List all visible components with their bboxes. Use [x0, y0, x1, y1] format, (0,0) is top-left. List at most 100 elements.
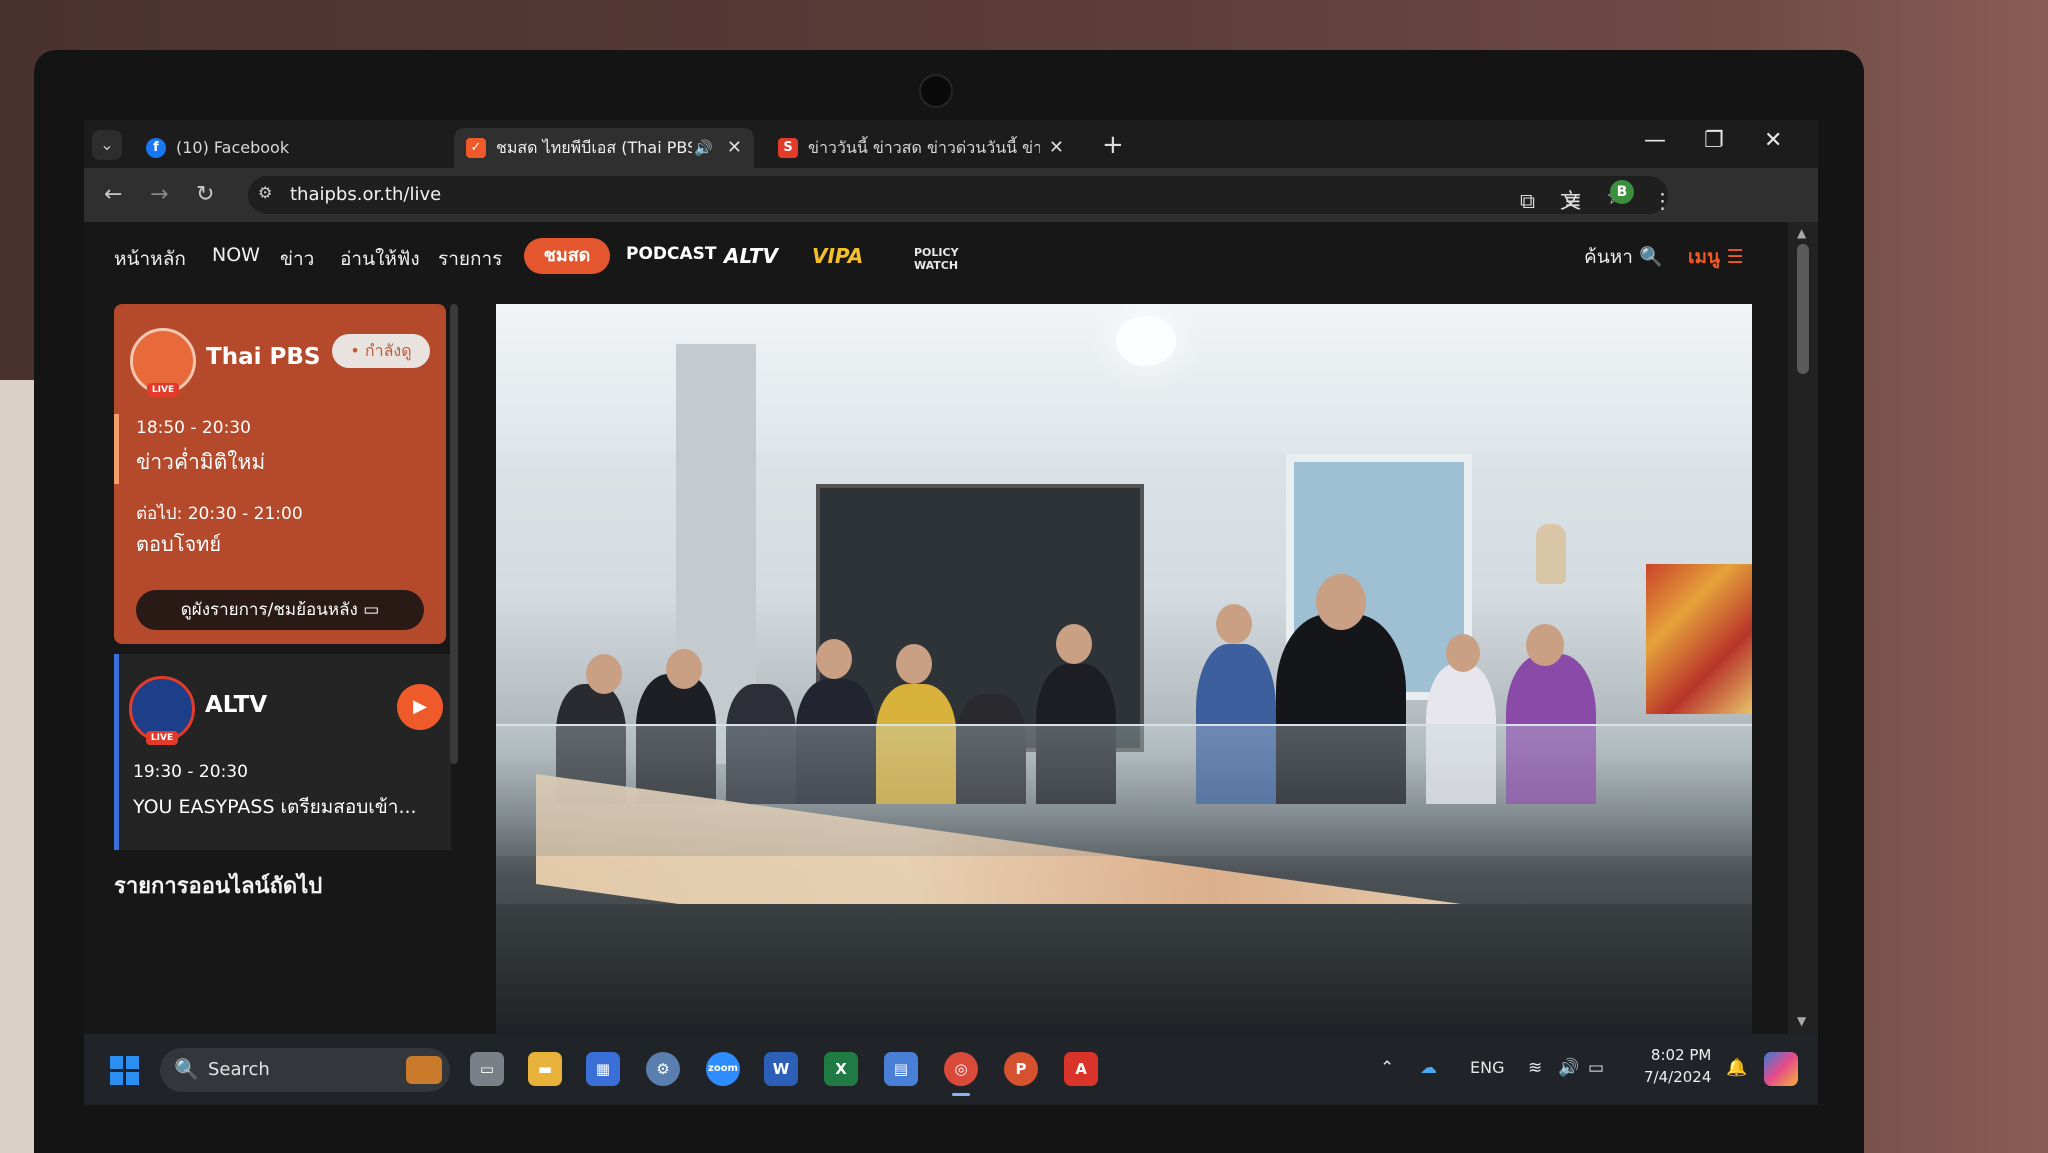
next-program-time: ต่อไป: 20:30 - 21:00 [136, 504, 303, 524]
powerpoint-icon[interactable]: P [1004, 1052, 1038, 1086]
nav-watch-live[interactable]: ชมสด [524, 238, 610, 274]
facebook-icon: f [146, 138, 166, 158]
sidebar-scrollbar[interactable] [450, 304, 458, 764]
scroll-down-icon[interactable]: ▼ [1797, 1014, 1806, 1028]
taskbar-search[interactable]: 🔍 Search [160, 1048, 450, 1092]
notification-bell-icon[interactable]: 🔔 [1726, 1058, 1747, 1078]
settings-gear-icon[interactable]: ⚙ [646, 1052, 680, 1086]
current-program-marker [114, 414, 119, 484]
url-text: thaipbs.or.th/live [290, 184, 442, 205]
channel-name: ALTV [205, 692, 268, 718]
altv-channel-logo-icon: LIVE [129, 676, 195, 745]
nav-read-aloud[interactable]: อ่านให้ฟัง [340, 244, 420, 274]
schedule-label: ดูผังรายการ/ชมย้อนหลัง [180, 600, 358, 620]
windows-taskbar: 🔍 Search ▭ ▬ ▦ ⚙ zoom W X ▤ ◎ P A ⌃ ☁ EN… [84, 1034, 1818, 1105]
word-icon[interactable]: W [764, 1052, 798, 1086]
policy-watch-logo[interactable]: POLICY WATCH [914, 246, 984, 272]
close-window-button[interactable]: ✕ [1764, 128, 1782, 153]
next-program-title: ตอบโจทย์ [136, 532, 222, 556]
back-button[interactable]: ← [104, 180, 122, 210]
tab-title: (10) Facebook [176, 138, 290, 157]
menu-label: เมนู [1688, 246, 1721, 268]
battery-icon[interactable]: ▭ [1588, 1058, 1604, 1078]
tab-search-button[interactable]: ⌄ [92, 130, 122, 160]
video-case-base [496, 904, 1752, 1034]
search-icon: 🔍 [174, 1057, 199, 1081]
scroll-up-icon[interactable]: ▲ [1797, 226, 1806, 240]
nav-news[interactable]: ข่าว [280, 244, 314, 274]
search-icon: 🔍 [1638, 246, 1663, 268]
live-badge: LIVE [146, 731, 178, 745]
tab-title: ชมสด ไทยพีบีเอส (Thai PBS Li [496, 138, 692, 157]
language-indicator[interactable]: ENG [1470, 1058, 1504, 1077]
acrobat-icon[interactable]: A [1064, 1052, 1098, 1086]
search-label: Search [208, 1059, 270, 1080]
altv-logo[interactable]: ALTV [724, 244, 778, 268]
minimize-button[interactable]: — [1644, 128, 1666, 153]
paper-edge [0, 380, 34, 1153]
close-tab-icon[interactable]: ✕ [727, 128, 742, 168]
schedule-button[interactable]: ดูผังรายการ/ชมย้อนหลัง ▭ [136, 590, 424, 630]
video-scene [1116, 316, 1176, 366]
program-time: 18:50 - 20:30 [136, 418, 251, 438]
profile-avatar[interactable]: B [1610, 180, 1634, 204]
excel-icon[interactable]: X [824, 1052, 858, 1086]
tab-news[interactable]: S ข่าววันนี้ ข่าวสด ข่าวด่วนวันนี้ ข่าวอ… [766, 128, 1076, 168]
site-navigation: หน้าหลัก NOW ข่าว อ่านให้ฟัง รายการ ชมสด… [84, 222, 1788, 296]
zoom-icon[interactable]: zoom [706, 1052, 740, 1086]
nav-now[interactable]: NOW [212, 244, 260, 266]
new-tab-button[interactable]: + [1102, 130, 1124, 160]
channel-card-altv[interactable]: LIVE ALTV ▶ 19:30 - 20:30 YOU EASYPASS เ… [114, 654, 451, 850]
menu-link[interactable]: เมนู ☰ [1688, 242, 1744, 272]
nav-programs[interactable]: รายการ [438, 244, 502, 274]
thaipbs-icon: ✓ [466, 138, 486, 158]
video-display-case [496, 724, 1752, 856]
extensions-icon[interactable]: ⧉ [1520, 189, 1535, 214]
site-info-icon[interactable]: ⚙ [258, 183, 272, 202]
scroll-thumb[interactable] [1797, 244, 1809, 374]
thaipbs-logo-icon: LIVE [130, 328, 196, 397]
channel-card-thaipbs[interactable]: LIVE Thai PBS • กำลังดู 18:50 - 20:30 ข่… [114, 304, 446, 644]
clock-time: 8:02 PM [1650, 1046, 1712, 1064]
onedrive-cloud-icon[interactable]: ☁ [1420, 1058, 1437, 1078]
tab-thaipbs-live[interactable]: ✓ ชมสด ไทยพีบีเอส (Thai PBS Li 🔊 ✕ [454, 128, 754, 168]
calculator-icon[interactable]: ▤ [884, 1052, 918, 1086]
windows-start-icon[interactable] [110, 1056, 140, 1086]
volume-icon[interactable]: 🔊 [1558, 1058, 1579, 1078]
live-video-player[interactable] [496, 304, 1752, 1034]
system-clock[interactable]: 8:02 PM 7/4/2024 [1644, 1044, 1711, 1088]
page-scrollbar[interactable]: ▲ ▼ [1788, 222, 1818, 1034]
laptop-screen: ⌄ f (10) Facebook ✕ ✓ ชมสด ไทยพีบีเอส (T… [84, 120, 1818, 1105]
vipa-logo[interactable]: VIPA [812, 244, 863, 268]
reload-button[interactable]: ↻ [196, 180, 214, 210]
close-tab-icon[interactable]: ✕ [1049, 128, 1064, 168]
chevron-up-icon[interactable]: ⌃ [1380, 1058, 1394, 1078]
file-explorer-icon[interactable]: ▬ [528, 1052, 562, 1086]
address-bar[interactable]: ⚙ thaipbs.or.th/live 文 ☆ [248, 176, 1668, 214]
wifi-icon[interactable]: ≋ [1528, 1058, 1542, 1078]
media-controls-icon[interactable]: ≡ [1564, 189, 1582, 213]
play-button[interactable]: ▶ [397, 684, 443, 730]
browser-toolbar: ← → ↻ ⚙ thaipbs.or.th/live 文 ☆ ⧉ ≡ B ⋮ [84, 168, 1818, 222]
task-view-icon[interactable]: ▭ [470, 1052, 504, 1086]
forward-button[interactable]: → [150, 180, 168, 210]
chrome-icon[interactable]: ◎ [944, 1052, 978, 1096]
search-label: ค้นหา [1584, 246, 1633, 268]
tv-icon: ▭ [363, 600, 380, 620]
tab-title: ข่าววันนี้ ข่าวสด ข่าวด่วนวันนี้ ข่าวอ [808, 138, 1040, 157]
restore-button[interactable]: ❐ [1704, 128, 1724, 153]
speaker-icon[interactable]: 🔊 [694, 128, 713, 168]
program-time: 19:30 - 20:30 [133, 762, 248, 782]
channel-name: Thai PBS [206, 344, 321, 370]
microsoft-store-icon[interactable]: ▦ [586, 1052, 620, 1086]
copilot-icon[interactable] [1764, 1052, 1798, 1086]
now-watching-badge: • กำลังดู [332, 334, 430, 368]
clock-date: 7/4/2024 [1644, 1068, 1712, 1086]
search-link[interactable]: ค้นหา 🔍 [1584, 242, 1663, 272]
podcast-logo[interactable]: PODCAST [626, 244, 717, 264]
upcoming-online-heading: รายการออนไลน์ถัดไป [114, 874, 323, 899]
nav-home[interactable]: หน้าหลัก [114, 244, 186, 274]
program-title: ข่าวค่ำมิติใหม่ [136, 450, 266, 474]
more-menu-icon[interactable]: ⋮ [1652, 189, 1673, 213]
webcam [919, 74, 953, 108]
